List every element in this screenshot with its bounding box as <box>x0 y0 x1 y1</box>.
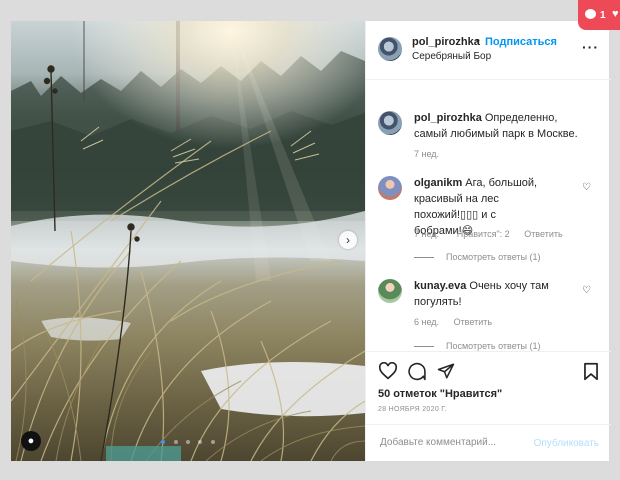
heart-icon: ♥ <box>612 8 619 20</box>
view-replies-label: Посмотреть ответы (1) <box>446 252 541 262</box>
replies-divider <box>414 257 434 259</box>
comment-username[interactable]: pol_pirozhka <box>414 112 482 124</box>
post-card: › ● pol_pirozhka • Подписаться Серебряны… <box>10 20 611 462</box>
comment-meta: 7 нед. <box>414 149 451 159</box>
comment-time[interactable]: 7 нед. <box>414 229 439 239</box>
publish-button[interactable]: Опубликовать <box>534 438 599 449</box>
post-photo[interactable]: › ● <box>11 21 365 461</box>
comment-notification-icon <box>585 9 596 19</box>
commenter-avatar[interactable] <box>378 111 402 135</box>
add-comment-bar: Опубликовать <box>366 424 611 463</box>
notification-count: 1 <box>600 10 606 21</box>
comment-meta: 7 нед. "Нравится": 2 Ответить <box>414 229 575 239</box>
comment-time[interactable]: 7 нед. <box>414 149 439 159</box>
follow-button[interactable]: Подписаться <box>485 36 557 48</box>
carousel-dot <box>186 440 190 444</box>
comment-body: pol_pirozhka Определенно, самый любимый п… <box>414 110 589 142</box>
commenter-avatar[interactable] <box>378 279 402 303</box>
comment-meta: 6 нед. Ответить <box>414 317 504 327</box>
winter-grass-landscape-image <box>11 21 365 461</box>
post-actions: 50 отметок "Нравится" 28 НОЯБРЯ 2020 Г. … <box>366 351 611 462</box>
comments-list: pol_pirozhka Определенно, самый любимый п… <box>366 79 611 351</box>
more-options-icon[interactable]: ··· <box>582 39 599 55</box>
carousel-dot <box>198 440 203 444</box>
comment-time[interactable]: 6 нед. <box>414 317 439 327</box>
commenter-avatar[interactable] <box>378 176 402 200</box>
share-icon[interactable] <box>436 362 456 380</box>
next-photo-button[interactable]: › <box>339 231 357 249</box>
comment-like-icon[interactable]: ♡ <box>582 285 591 296</box>
location-link[interactable]: Серебряный Бор <box>412 51 491 62</box>
view-replies-button[interactable]: Посмотреть ответы (1) <box>414 252 541 262</box>
heart-icon[interactable] <box>378 362 398 380</box>
carousel-dot <box>161 440 166 444</box>
view-replies-label: Посмотреть ответы (1) <box>446 341 541 351</box>
reply-button[interactable]: Ответить <box>454 317 492 327</box>
post-header: pol_pirozhka • Подписаться Серебряный Бо… <box>366 21 611 80</box>
carousel-indicator <box>11 431 365 449</box>
post-date: 28 НОЯБРЯ 2020 Г. <box>378 406 447 413</box>
comment-likes-count[interactable]: "Нравится": 2 <box>454 229 510 239</box>
reply-button[interactable]: Ответить <box>524 229 562 239</box>
author-username[interactable]: pol_pirozhka <box>412 36 480 48</box>
notification-badge[interactable]: 1 ♥ <box>578 0 620 30</box>
header-separator: • <box>476 35 480 47</box>
comment-icon[interactable] <box>407 362 427 381</box>
bookmark-icon[interactable] <box>583 362 599 381</box>
comment-username[interactable]: olganikm <box>414 177 462 189</box>
comment-username[interactable]: kunay.eva <box>414 280 466 292</box>
replies-divider <box>414 346 434 348</box>
comment-input[interactable] <box>378 436 532 449</box>
carousel-dot <box>173 440 178 444</box>
post-side-panel: pol_pirozhka • Подписаться Серебряный Бо… <box>365 21 611 461</box>
view-replies-button[interactable]: Посмотреть ответы (1) <box>414 341 541 351</box>
carousel-dot <box>210 440 215 444</box>
likes-count[interactable]: 50 отметок "Нравится" <box>378 388 502 400</box>
comment-body: kunay.eva Очень хочу там погулять! <box>414 278 549 310</box>
author-avatar[interactable] <box>378 37 402 61</box>
comment-like-icon[interactable]: ♡ <box>582 182 591 193</box>
